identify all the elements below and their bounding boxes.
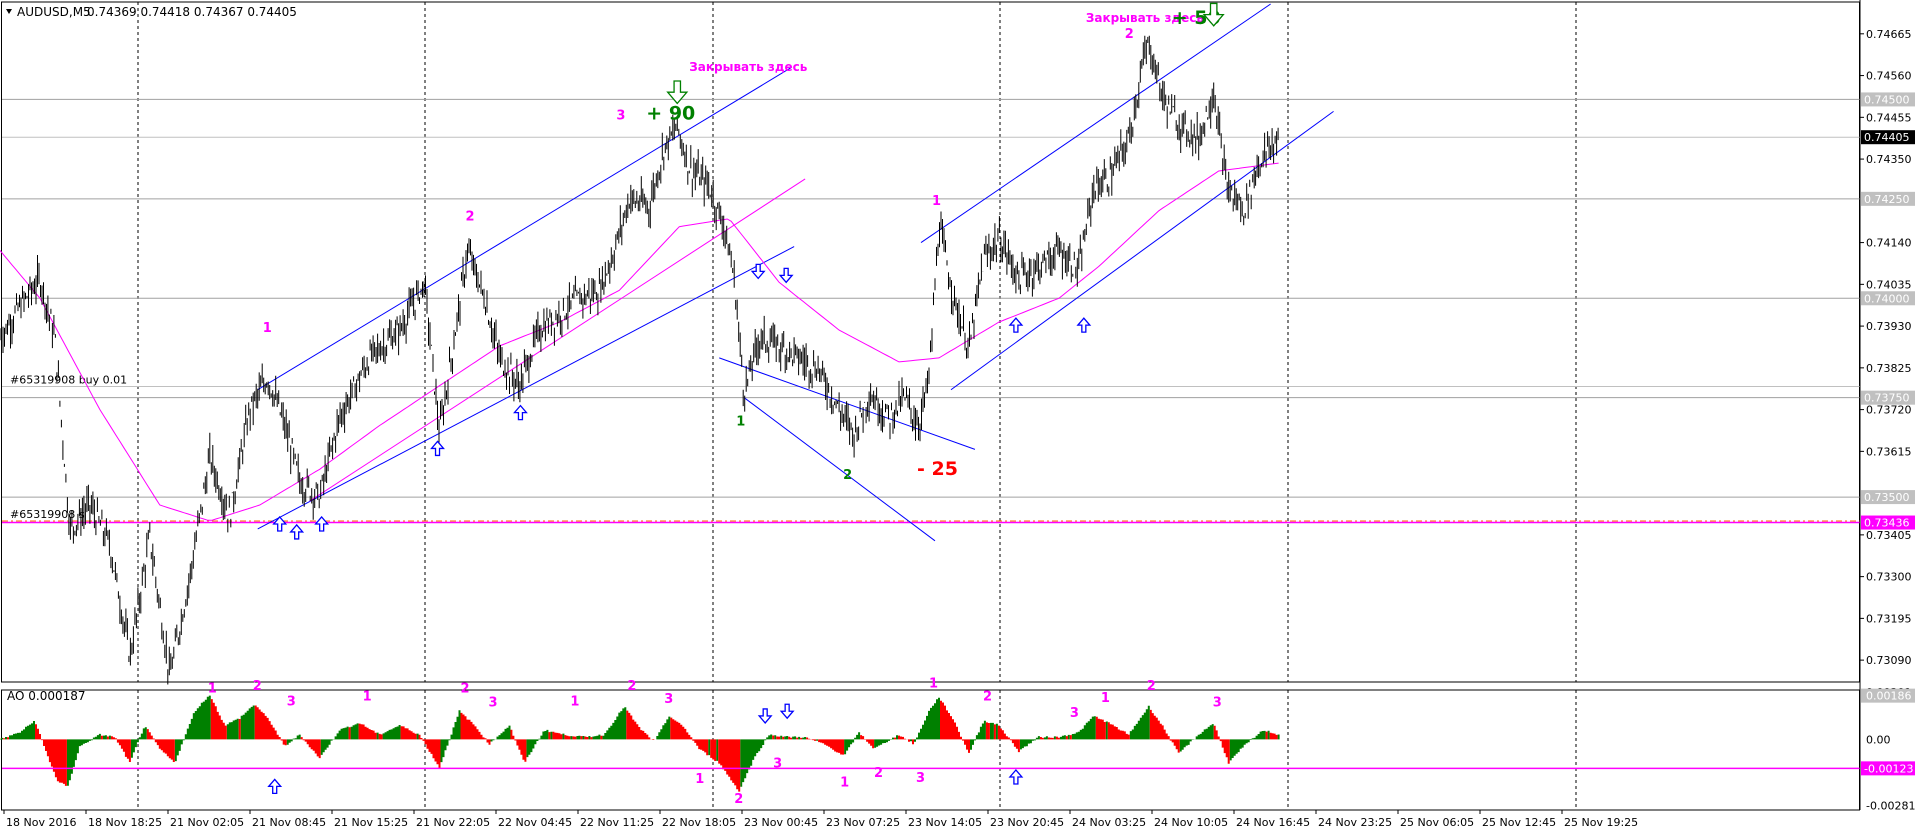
- time-tick-label: 24 Nov 23:25: [1318, 816, 1392, 829]
- ao-indicator-title: AO 0.000187: [7, 689, 86, 703]
- stop-level-label: 0.73436: [1864, 517, 1910, 530]
- annotation-label: 3: [773, 757, 782, 772]
- annotation-label: 2: [1125, 27, 1134, 42]
- time-tick-label: 22 Nov 04:45: [498, 816, 572, 829]
- time-tick-label: 18 Nov 2016: [6, 816, 76, 829]
- ao-level-label: -0.00123: [1864, 762, 1913, 775]
- level-price-label: 0.74500: [1864, 93, 1910, 106]
- annotation-label: 1: [840, 775, 849, 790]
- time-tick-label: 24 Nov 10:05: [1154, 816, 1228, 829]
- chart-canvas[interactable]: #65319908 buy 0.01 #65319908 s Закрывать …: [0, 0, 1916, 835]
- annotation-label: 1: [929, 677, 938, 692]
- price-tick-label: 0.73405: [1866, 529, 1912, 542]
- price-tick-label: 0.73195: [1866, 612, 1912, 625]
- time-tick-label: 25 Nov 12:45: [1482, 816, 1556, 829]
- time-tick-label: 25 Nov 19:25: [1564, 816, 1638, 829]
- level-price-label: 0.73500: [1864, 491, 1910, 504]
- annotation-label: 2: [874, 766, 883, 781]
- annotation-label: 3: [916, 771, 925, 786]
- ohlc-values: 0.74369 0.74418 0.74367 0.74405: [87, 5, 297, 19]
- time-tick-label: 25 Nov 06:05: [1400, 816, 1474, 829]
- annotation-label: 1: [208, 681, 217, 696]
- annotation-label: 1: [570, 694, 579, 709]
- ao-tick-label: 0.00186: [1866, 690, 1912, 703]
- price-tick-label: 0.74455: [1866, 111, 1912, 124]
- time-tick-label: 18 Nov 18:25: [88, 816, 162, 829]
- annotation-label: 2: [465, 210, 474, 225]
- time-tick-label: 22 Nov 18:05: [662, 816, 736, 829]
- annotation-label: 2: [461, 681, 470, 696]
- chart-background: [0, 0, 1916, 835]
- price-tick-label: 0.74560: [1866, 70, 1912, 83]
- annotation-label: 1: [932, 194, 941, 209]
- time-tick-label: 24 Nov 03:25: [1072, 816, 1146, 829]
- symbol-label: AUDUSD,M5: [17, 5, 91, 19]
- ao-tick-label: 0.00: [1866, 733, 1891, 746]
- annotation-label: 3: [1213, 695, 1222, 710]
- annotation-label: 2: [734, 792, 743, 807]
- annotation-label: 1: [263, 321, 272, 336]
- price-tick-label: 0.74140: [1866, 237, 1912, 250]
- canvas-fill: [0, 0, 1916, 835]
- annotation-label: 1: [1101, 691, 1110, 706]
- annotation-label: 2: [253, 679, 262, 694]
- price-tick-label: 0.73090: [1866, 654, 1912, 667]
- annotation-label: 3: [664, 692, 673, 707]
- time-tick-label: 21 Nov 22:05: [416, 816, 490, 829]
- order-label: #65319908 buy 0.01: [10, 374, 127, 387]
- level-price-label: 0.74250: [1864, 193, 1910, 206]
- ao-tick-label: -0.002818: [1866, 800, 1916, 813]
- time-tick-label: 21 Nov 02:05: [170, 816, 244, 829]
- time-tick-label: 21 Nov 15:25: [334, 816, 408, 829]
- annotation-label: - 25: [917, 458, 958, 480]
- chart-window: #65319908 buy 0.01 #65319908 s Закрывать …: [0, 0, 1916, 835]
- level-price-label: 0.74000: [1864, 292, 1910, 305]
- price-tick-label: 0.74665: [1866, 28, 1912, 41]
- time-tick-label: 23 Nov 07:25: [826, 816, 900, 829]
- price-tick-label: 0.74035: [1866, 278, 1912, 291]
- time-tick-label: 23 Nov 14:05: [908, 816, 982, 829]
- annotation-label: Закрывать здесь: [689, 60, 808, 74]
- annotation-label: 3: [488, 695, 497, 710]
- price-tick-label: 0.73720: [1866, 404, 1912, 417]
- time-tick-label: 23 Nov 20:45: [990, 816, 1064, 829]
- annotation-label: 2: [843, 468, 852, 483]
- annotation-label: 2: [1147, 679, 1156, 694]
- time-tick-label: 22 Nov 11:25: [580, 816, 654, 829]
- price-axis: 0.745000.742500.740000.737500.735000.734…: [1859, 0, 1916, 813]
- order-label: #65319908 s: [10, 508, 85, 521]
- chart-header: AUDUSD,M5 0.74369 0.74418 0.74367 0.7440…: [6, 5, 297, 19]
- price-tick-label: 0.73615: [1866, 445, 1912, 458]
- annotation-label: + 90: [646, 102, 695, 124]
- current-price-label: 0.74405: [1864, 131, 1910, 144]
- annotation-label: 2: [983, 690, 992, 705]
- time-tick-label: 21 Nov 08:45: [252, 816, 326, 829]
- annotation-label: 1: [736, 415, 745, 430]
- annotation-label: 1: [695, 772, 704, 787]
- annotation-label: 2: [627, 679, 636, 694]
- time-tick-label: 24 Nov 16:45: [1236, 816, 1310, 829]
- price-tick-label: 0.73825: [1866, 362, 1912, 375]
- annotation-label: 1: [363, 690, 372, 705]
- price-tick-label: 0.73300: [1866, 571, 1912, 584]
- annotation-label: 3: [287, 694, 296, 709]
- annotation-label: 3: [1070, 706, 1079, 721]
- annotation-label: 3: [616, 108, 625, 123]
- time-tick-label: 23 Nov 00:45: [744, 816, 818, 829]
- price-tick-label: 0.74350: [1866, 153, 1912, 166]
- price-tick-label: 0.73930: [1866, 320, 1912, 333]
